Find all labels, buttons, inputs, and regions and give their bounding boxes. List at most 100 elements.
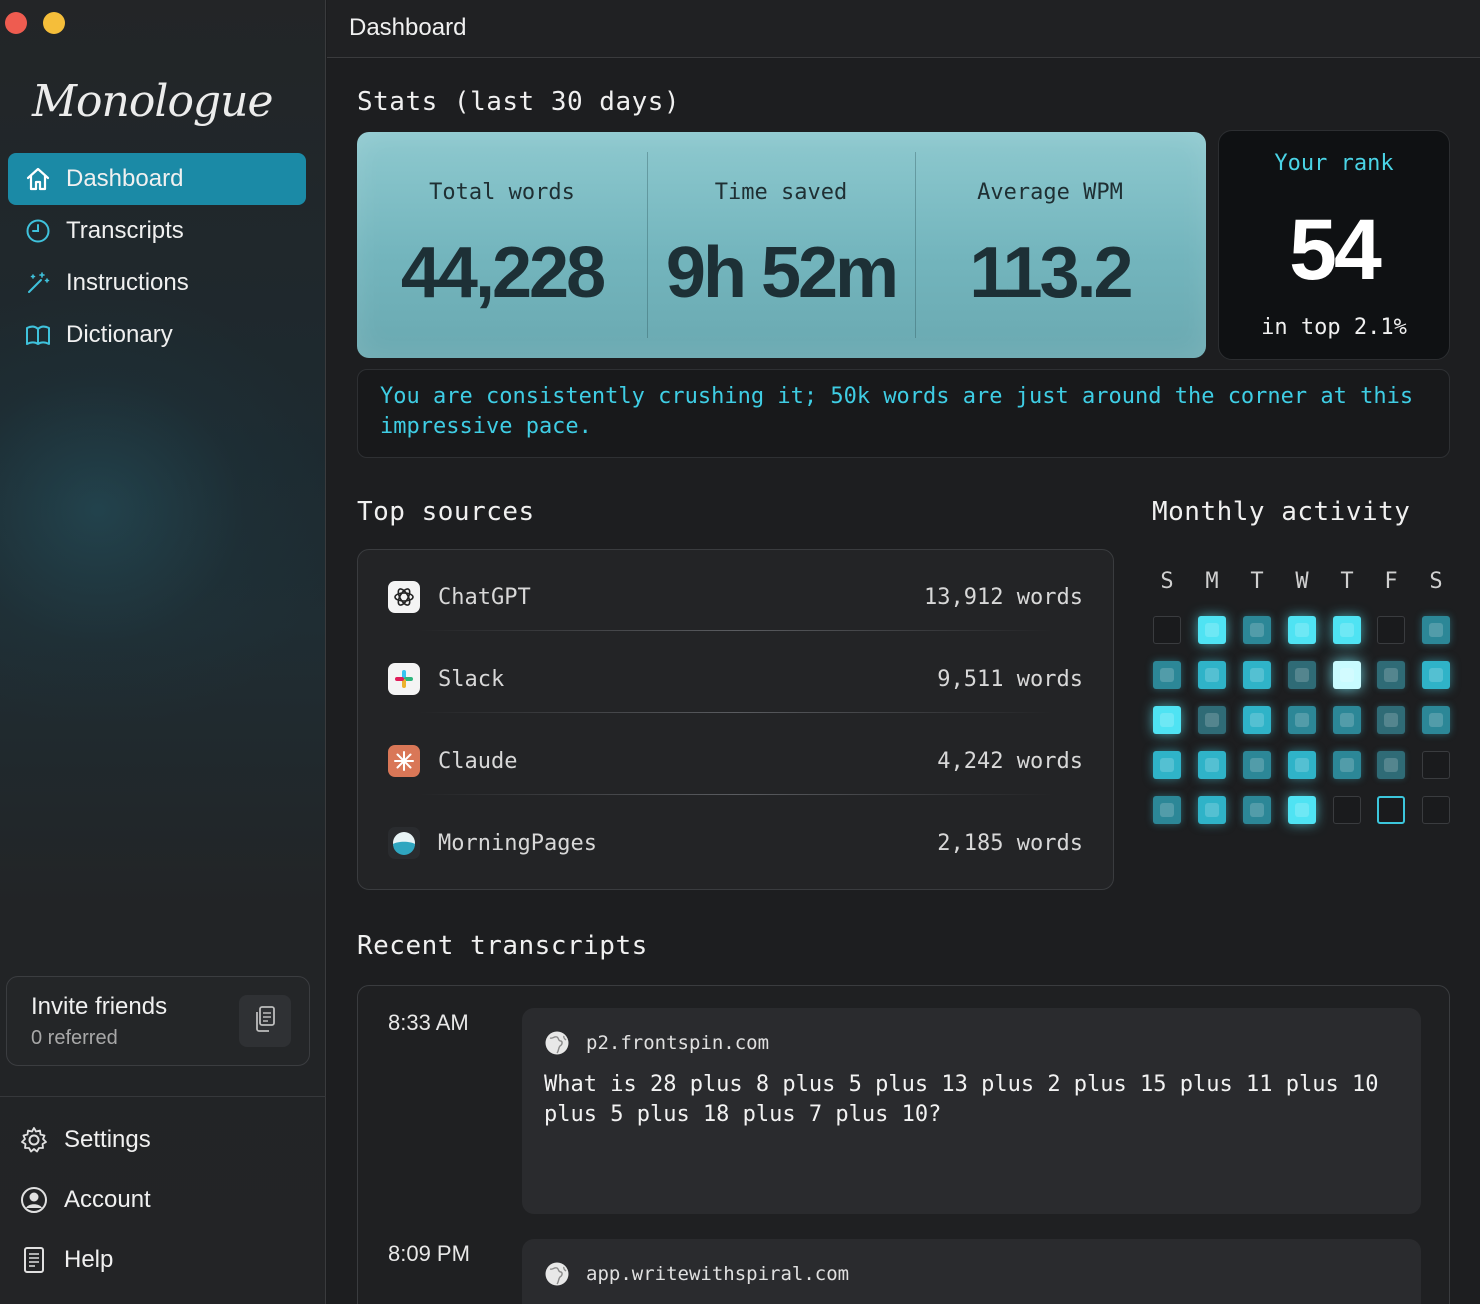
activity-cell-highlight xyxy=(1160,803,1174,817)
activity-day-cell[interactable] xyxy=(1377,616,1405,644)
activity-day-cell[interactable] xyxy=(1153,796,1181,824)
transcript-entry[interactable]: p2.frontspin.com What is 28 plus 8 plus … xyxy=(522,1008,1421,1214)
title-bar: Dashboard xyxy=(327,0,1480,58)
activity-cell-highlight xyxy=(1250,668,1264,682)
sidebar: Monologue Dashboard Transcripts Instruct… xyxy=(0,0,326,1304)
day-header: T xyxy=(1340,569,1354,594)
source-word-count: 2,185 words xyxy=(937,830,1083,856)
activity-day-cell[interactable] xyxy=(1243,661,1271,689)
activity-day-cell[interactable] xyxy=(1422,706,1450,734)
stat-time-saved: Time saved 9h 52m xyxy=(647,132,915,358)
activity-day-cell[interactable] xyxy=(1153,616,1181,644)
activity-day-cell[interactable] xyxy=(1288,751,1316,779)
activity-cell-highlight xyxy=(1340,668,1354,682)
stat-value: 113.2 xyxy=(969,233,1133,313)
transcript-entry[interactable]: app.writewithspiral.com xyxy=(522,1239,1421,1304)
activity-cell-highlight xyxy=(1160,713,1174,727)
activity-day-cell[interactable] xyxy=(1198,706,1226,734)
sidebar-item-label: Settings xyxy=(64,1126,151,1153)
activity-day-cell[interactable] xyxy=(1288,661,1316,689)
activity-day-cell[interactable] xyxy=(1288,706,1316,734)
activity-cell-highlight xyxy=(1205,668,1219,682)
close-window-button[interactable] xyxy=(5,12,27,34)
sidebar-item-label: Help xyxy=(64,1246,114,1273)
activity-day-cell[interactable] xyxy=(1377,751,1405,779)
activity-day-cell[interactable] xyxy=(1422,616,1450,644)
activity-day-cell[interactable] xyxy=(1243,796,1271,824)
activity-cell-highlight xyxy=(1295,758,1309,772)
morningpages-icon xyxy=(388,827,420,859)
sidebar-bottom-nav: Settings Account Help xyxy=(18,1110,308,1290)
minimize-window-button[interactable] xyxy=(43,12,65,34)
sidebar-item-help[interactable]: Help xyxy=(18,1230,308,1290)
transcript-source: app.writewithspiral.com xyxy=(544,1261,849,1287)
activity-day-cell[interactable] xyxy=(1422,796,1450,824)
source-row-chatgpt[interactable]: ChatGPT 13,912 words xyxy=(388,556,1083,638)
activity-day-cell-today[interactable] xyxy=(1377,796,1405,824)
day-header: F xyxy=(1384,569,1398,594)
activity-day-cell[interactable] xyxy=(1198,661,1226,689)
activity-day-cell[interactable] xyxy=(1422,751,1450,779)
activity-day-cell[interactable] xyxy=(1333,706,1361,734)
top-sources-card: ChatGPT 13,912 words Slack 9,511 words C… xyxy=(357,549,1114,890)
rank-percentile: in top 2.1% xyxy=(1261,315,1407,340)
activity-cell-highlight xyxy=(1205,803,1219,817)
activity-day-cell[interactable] xyxy=(1288,616,1316,644)
activity-cell-highlight xyxy=(1384,668,1398,682)
invite-referred-count: 0 referred xyxy=(31,1027,118,1049)
sidebar-item-settings[interactable]: Settings xyxy=(18,1110,308,1170)
source-name: MorningPages xyxy=(438,830,597,856)
sidebar-item-account[interactable]: Account xyxy=(18,1170,308,1230)
gear-icon xyxy=(18,1124,50,1156)
activity-cell-highlight xyxy=(1429,713,1443,727)
activity-day-cell[interactable] xyxy=(1198,796,1226,824)
activity-day-cell[interactable] xyxy=(1198,616,1226,644)
rank-value: 54 xyxy=(1289,202,1382,298)
top-sources-title: Top sources xyxy=(357,497,535,527)
activity-day-cell[interactable] xyxy=(1198,751,1226,779)
stats-card: Total words 44,228 Time saved 9h 52m Ave… xyxy=(357,132,1206,358)
activity-day-cell[interactable] xyxy=(1243,616,1271,644)
activity-day-cell[interactable] xyxy=(1333,751,1361,779)
activity-day-cell[interactable] xyxy=(1333,616,1361,644)
activity-day-cell[interactable] xyxy=(1153,706,1181,734)
stat-total-words: Total words 44,228 xyxy=(357,132,647,358)
activity-day-cell[interactable] xyxy=(1153,661,1181,689)
invite-friends-card[interactable]: Invite friends 0 referred xyxy=(6,976,310,1066)
calendar-day-headers: S M T W T F S xyxy=(1153,569,1453,599)
transcript-time: 8:33 AM xyxy=(388,1010,469,1035)
source-row-slack[interactable]: Slack 9,511 words xyxy=(388,638,1083,720)
claude-icon xyxy=(388,745,420,777)
sidebar-item-label: Dictionary xyxy=(66,321,173,348)
source-name: Claude xyxy=(438,748,518,774)
slack-icon xyxy=(388,663,420,695)
sidebar-item-dictionary[interactable]: Dictionary xyxy=(8,309,306,361)
source-name: ChatGPT xyxy=(438,584,531,610)
copy-invite-link-button[interactable] xyxy=(239,995,291,1047)
sidebar-item-transcripts[interactable]: Transcripts xyxy=(8,205,306,257)
activity-cell-highlight xyxy=(1160,668,1174,682)
sidebar-item-instructions[interactable]: Instructions xyxy=(8,257,306,309)
activity-day-cell[interactable] xyxy=(1333,661,1361,689)
book-icon xyxy=(24,321,52,349)
source-row-claude[interactable]: Claude 4,242 words xyxy=(388,720,1083,802)
source-name: Slack xyxy=(438,666,505,692)
user-circle-icon xyxy=(18,1184,50,1216)
activity-day-cell[interactable] xyxy=(1153,751,1181,779)
activity-day-cell[interactable] xyxy=(1288,796,1316,824)
stat-label: Total words xyxy=(429,180,575,205)
encouragement-message: You are consistently crushing it; 50k wo… xyxy=(357,369,1450,458)
source-row-morningpages[interactable]: MorningPages 2,185 words xyxy=(388,802,1083,884)
sidebar-item-label: Instructions xyxy=(66,269,189,296)
activity-day-cell[interactable] xyxy=(1243,751,1271,779)
activity-day-cell[interactable] xyxy=(1377,661,1405,689)
activity-day-cell[interactable] xyxy=(1243,706,1271,734)
day-header: S xyxy=(1429,569,1443,594)
transcript-text: What is 28 plus 8 plus 5 plus 13 plus 2 … xyxy=(544,1072,1379,1127)
activity-day-cell[interactable] xyxy=(1333,796,1361,824)
activity-day-cell[interactable] xyxy=(1377,706,1405,734)
page-title: Dashboard xyxy=(349,14,467,41)
activity-day-cell[interactable] xyxy=(1422,661,1450,689)
sidebar-nav: Dashboard Transcripts Instructions Dicti… xyxy=(8,153,306,361)
sidebar-item-dashboard[interactable]: Dashboard xyxy=(8,153,306,205)
